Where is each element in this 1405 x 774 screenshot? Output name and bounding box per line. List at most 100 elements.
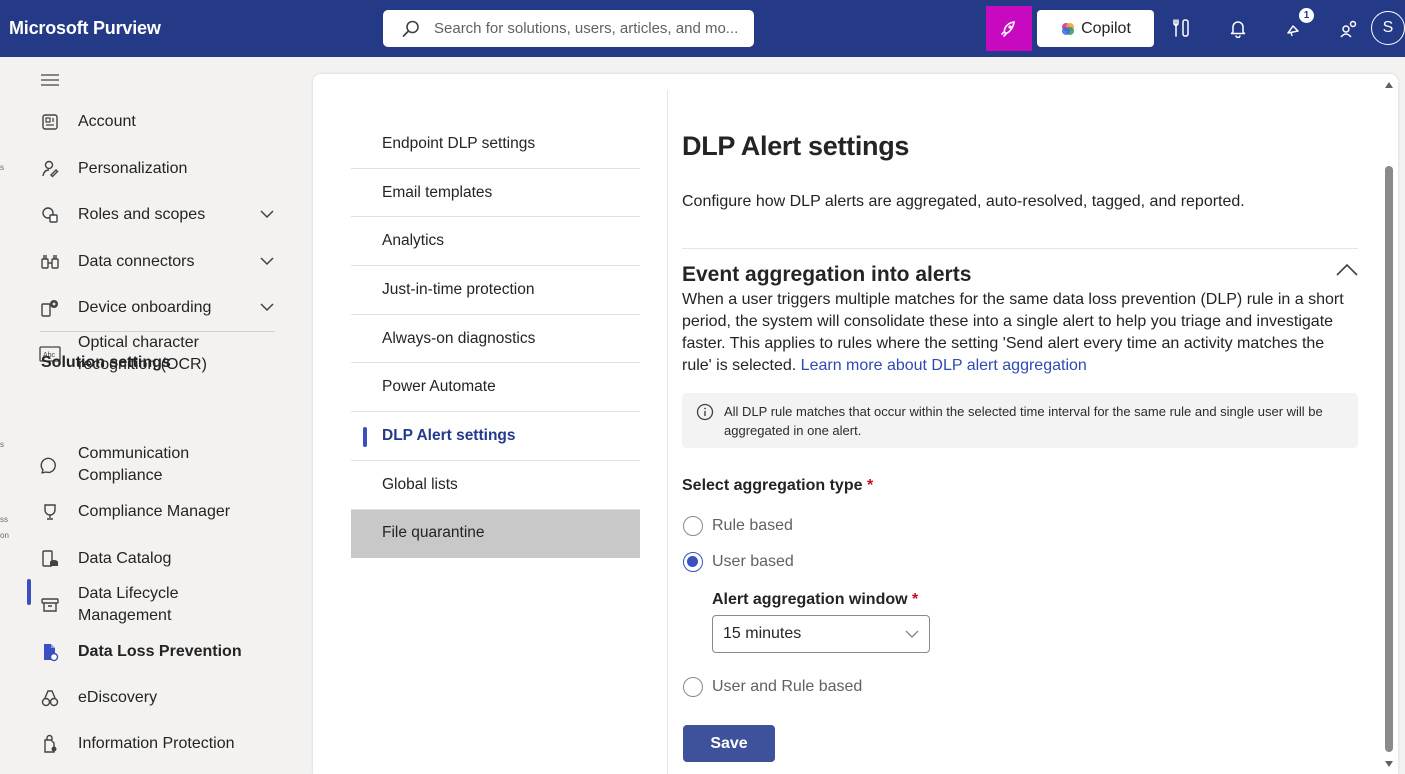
nav-item-label: Account	[78, 113, 136, 130]
user-avatar[interactable]: S	[1371, 11, 1405, 45]
nav-item-label: Compliance Manager	[78, 503, 231, 520]
nav-item-data-lifecycle-management[interactable]: Data Lifecycle Management	[28, 583, 228, 627]
nav-item-label: eDiscovery	[78, 689, 158, 706]
chevron-down-icon[interactable]	[260, 256, 274, 266]
submenu-item-dlp-alert-settings[interactable]: DLP Alert settings	[351, 412, 640, 461]
page-description: Configure how DLP alerts are aggregated,…	[682, 193, 1245, 210]
nav-item-data-loss-prevention[interactable]: Data Loss Prevention	[28, 640, 290, 664]
chevron-down-icon[interactable]	[260, 302, 274, 312]
copilot-button[interactable]: Copilot	[1037, 10, 1154, 47]
radio-circle[interactable]	[683, 516, 703, 536]
section-title: Event aggregation into alerts	[682, 263, 972, 286]
nav-item-label: Data connectors	[78, 253, 195, 270]
submenu-item-global-lists[interactable]: Global lists	[351, 461, 640, 510]
copilot-label: Copilot	[1081, 19, 1131, 37]
search-icon	[402, 20, 419, 37]
hamburger-menu-icon[interactable]	[40, 73, 60, 87]
nav-item-label: Personalization	[78, 160, 188, 177]
edge-fragment: s	[0, 163, 4, 172]
aggregation-window-dropdown[interactable]: 15 minutes	[712, 615, 930, 653]
dlp-icon	[38, 640, 62, 664]
active-nav-indicator	[27, 579, 31, 605]
nav-item-label: Roles and scopes	[78, 206, 206, 223]
nav-item-roles-and-scopes[interactable]: Roles and scopes	[28, 203, 290, 227]
chevron-down-icon	[905, 630, 919, 638]
tools-button[interactable]	[1168, 15, 1194, 41]
nav-item-communication-compliance[interactable]: Communication Compliance	[28, 443, 258, 487]
aggregation-window-label: Alert aggregation window *	[712, 591, 918, 609]
scrollbar-thumb[interactable]	[1385, 166, 1393, 752]
info-icon	[696, 403, 714, 421]
radio-user-and-rule-based[interactable]: User and Rule based	[683, 677, 862, 697]
nav-item-personalization[interactable]: Personalization	[28, 157, 290, 181]
information-protection-icon	[38, 732, 62, 756]
radio-label: User and Rule based	[712, 678, 863, 695]
chevron-down-icon[interactable]	[260, 209, 274, 219]
nav-item-label: Communication Compliance	[78, 445, 190, 484]
section-divider	[682, 248, 1358, 249]
account-icon	[38, 110, 62, 134]
nav-item-data-connectors[interactable]: Data connectors	[28, 250, 290, 274]
scroll-down-arrow-icon[interactable]	[1384, 760, 1394, 768]
notification-badge: 1	[1299, 8, 1314, 23]
submenu-item-file-quarantine[interactable]: File quarantine	[351, 509, 640, 559]
search-box[interactable]	[383, 10, 754, 47]
edge-fragment: on	[0, 531, 9, 540]
scroll-up-arrow-icon[interactable]	[1384, 81, 1394, 89]
rocket-icon	[1001, 20, 1015, 37]
aggregation-window-label-text: Alert aggregation window	[712, 591, 908, 608]
submenu-item-endpoint-dlp-settings[interactable]: Endpoint DLP settings	[351, 120, 640, 169]
submenu-item-analytics[interactable]: Analytics	[351, 217, 640, 267]
edge-fragment: ss	[0, 515, 8, 524]
data-catalog-icon	[38, 547, 62, 571]
nav-item-label: Data Lifecycle Management	[78, 585, 179, 624]
people-button[interactable]	[1336, 15, 1362, 41]
save-button[interactable]: Save	[683, 725, 775, 762]
app-title[interactable]: Microsoft Purview	[9, 18, 161, 39]
submenu-item-email-templates[interactable]: Email templates	[351, 169, 640, 218]
copilot-logo-icon	[1062, 22, 1075, 35]
settings-submenu: Endpoint DLP settings Email templates An…	[351, 120, 640, 559]
nav-item-data-catalog[interactable]: Data Catalog	[28, 547, 290, 571]
section-body: When a user triggers multiple matches fo…	[682, 289, 1358, 377]
nav-item-ediscovery[interactable]: eDiscovery	[28, 686, 290, 710]
tools-icon	[1173, 19, 1189, 37]
submenu-item-just-in-time-protection[interactable]: Just-in-time protection	[351, 266, 640, 315]
info-message: All DLP rule matches that occur within t…	[682, 393, 1358, 448]
admin-rocket-button[interactable]	[986, 6, 1032, 51]
nav-item-label: Data Loss Prevention	[78, 643, 242, 660]
radio-user-based[interactable]: User based	[683, 552, 794, 572]
edge-fragment: s	[0, 440, 4, 449]
device-onboarding-icon	[38, 296, 62, 320]
nav-item-information-protection[interactable]: Information Protection	[28, 732, 290, 756]
radio-label: Rule based	[712, 517, 793, 534]
whats-new-button[interactable]: 1	[1282, 8, 1314, 41]
nav-item-label: Device onboarding	[78, 299, 212, 316]
nav-item-device-onboarding[interactable]: Device onboarding	[28, 296, 290, 320]
data-connectors-icon	[38, 250, 62, 274]
aggregation-type-label: Select aggregation type *	[682, 477, 873, 495]
radio-circle[interactable]	[683, 677, 703, 697]
search-input[interactable]	[434, 20, 752, 37]
roles-icon	[38, 203, 62, 227]
chevron-up-icon[interactable]	[1335, 262, 1359, 278]
compliance-manager-icon	[38, 500, 62, 524]
radio-label: User based	[712, 553, 794, 570]
radio-circle[interactable]	[683, 552, 703, 572]
nav-item-compliance-manager[interactable]: Compliance Manager	[28, 500, 290, 524]
required-mark: *	[912, 591, 919, 608]
radio-rule-based[interactable]: Rule based	[683, 516, 793, 536]
dropdown-value: 15 minutes	[723, 625, 802, 642]
learn-more-link[interactable]: Learn more about DLP alert aggregation	[801, 357, 1087, 374]
ediscovery-icon	[38, 686, 62, 710]
submenu-item-always-on-diagnostics[interactable]: Always-on diagnostics	[351, 315, 640, 364]
aggregation-type-label-text: Select aggregation type	[682, 477, 863, 494]
panel-divider	[667, 90, 668, 774]
notifications-button[interactable]	[1225, 15, 1251, 41]
bell-icon	[1230, 21, 1246, 38]
page-title: DLP Alert settings	[682, 131, 910, 161]
info-text: All DLP rule matches that occur within t…	[724, 404, 1323, 438]
personalization-icon	[38, 157, 62, 181]
nav-item-account[interactable]: Account	[28, 110, 290, 134]
submenu-item-power-automate[interactable]: Power Automate	[351, 363, 640, 413]
